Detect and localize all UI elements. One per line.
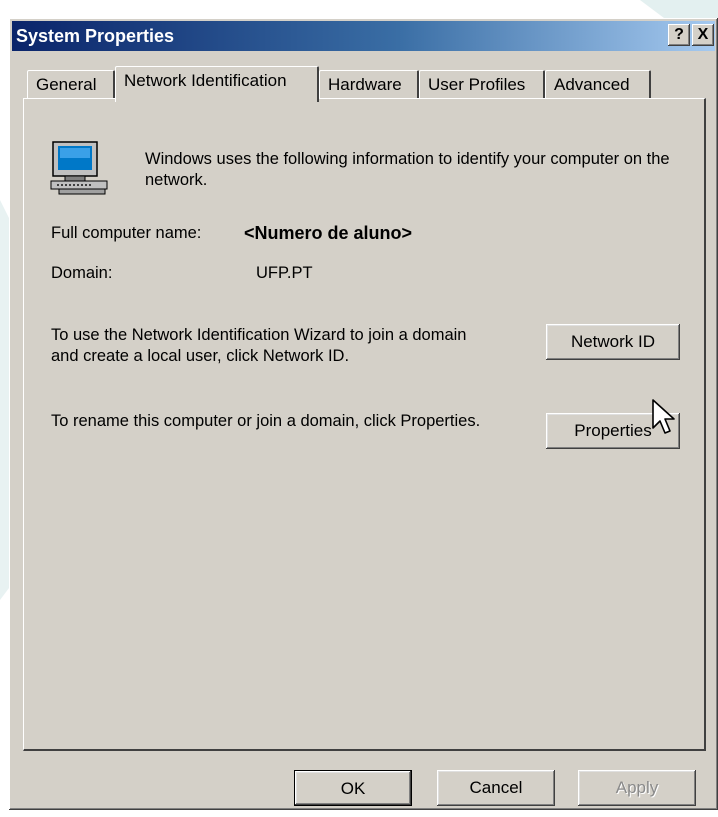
tab-user-profiles[interactable]: User Profiles — [419, 70, 545, 98]
computer-icon — [50, 141, 108, 195]
network-identification-panel: Windows uses the following information t… — [23, 98, 706, 751]
domain-value: UFP.PT — [256, 264, 313, 282]
ok-button[interactable]: OK — [294, 770, 412, 806]
system-properties-dialog: System Properties ? X General Network Id… — [9, 18, 718, 810]
rename-description: To rename this computer or join a domain… — [51, 412, 481, 430]
tab-general[interactable]: General — [27, 70, 115, 98]
full-computer-name-label: Full computer name: — [51, 224, 202, 242]
tab-hardware[interactable]: Hardware — [319, 70, 419, 98]
intro-text: Windows uses the following information t… — [145, 150, 670, 189]
cancel-button[interactable]: Cancel — [437, 770, 555, 806]
mouse-pointer-icon — [652, 399, 675, 434]
title-bar[interactable]: System Properties ? X — [12, 21, 715, 51]
network-id-button[interactable]: Network ID — [546, 324, 680, 360]
tab-advanced[interactable]: Advanced — [545, 70, 651, 98]
window-title: System Properties — [16, 26, 175, 46]
wizard-description: To use the Network Identification Wizard… — [51, 326, 467, 365]
domain-label: Domain: — [51, 264, 113, 282]
full-computer-name-value: <Numero de aluno> — [244, 223, 413, 243]
apply-button[interactable]: Apply — [578, 770, 696, 806]
tab-network-identification[interactable]: Network Identification — [115, 66, 319, 102]
help-icon[interactable]: ? — [668, 24, 690, 46]
close-icon[interactable]: X — [692, 24, 714, 46]
